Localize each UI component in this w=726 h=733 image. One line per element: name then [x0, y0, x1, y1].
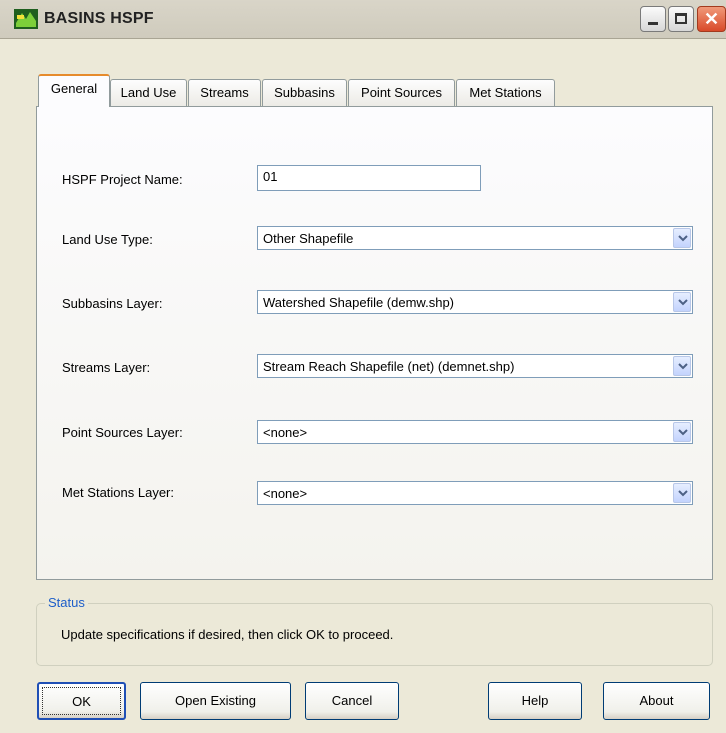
- point-sources-layer-label: Point Sources Layer:: [62, 425, 183, 440]
- chevron-down-icon: [678, 299, 688, 306]
- land-use-type-value: Other Shapefile: [263, 231, 354, 246]
- maximize-button[interactable]: [668, 6, 694, 32]
- chevron-down-icon: [678, 235, 688, 242]
- project-name-input[interactable]: 01: [257, 165, 481, 191]
- point-sources-layer-value: <none>: [263, 425, 308, 440]
- window-title: BASINS HSPF: [44, 10, 154, 27]
- help-button[interactable]: Help: [488, 682, 582, 720]
- streams-layer-label: Streams Layer:: [62, 360, 151, 375]
- about-button[interactable]: About: [603, 682, 710, 720]
- minimize-button[interactable]: [640, 6, 666, 32]
- tab-subbasins[interactable]: Subbasins: [262, 79, 347, 106]
- land-use-type-label: Land Use Type:: [62, 232, 153, 247]
- dropdown-button[interactable]: [673, 422, 691, 442]
- status-message: Update specifications if desired, then c…: [61, 627, 394, 642]
- point-sources-layer-select[interactable]: <none>: [257, 420, 693, 444]
- met-stations-layer-label: Met Stations Layer:: [62, 485, 174, 500]
- tab-met-stations[interactable]: Met Stations: [456, 79, 555, 106]
- land-use-type-select[interactable]: Other Shapefile: [257, 226, 693, 250]
- focus-rect: [42, 687, 121, 715]
- dropdown-button[interactable]: [673, 356, 691, 376]
- met-stations-layer-value: <none>: [263, 486, 308, 501]
- dropdown-button[interactable]: [673, 228, 691, 248]
- dropdown-button[interactable]: [673, 292, 691, 312]
- maximize-icon: [675, 13, 687, 24]
- general-tab-panel: HSPF Project Name: 01 Land Use Type: Oth…: [36, 106, 713, 580]
- project-name-label: HSPF Project Name:: [62, 172, 183, 187]
- status-group-title: Status: [45, 595, 88, 610]
- dropdown-button[interactable]: [673, 483, 691, 503]
- streams-layer-select[interactable]: Stream Reach Shapefile (net) (demnet.shp…: [257, 354, 693, 378]
- tab-land-use[interactable]: Land Use: [110, 79, 187, 106]
- streams-layer-value: Stream Reach Shapefile (net) (demnet.shp…: [263, 359, 515, 374]
- met-stations-layer-select[interactable]: <none>: [257, 481, 693, 505]
- ok-button[interactable]: OK: [37, 682, 126, 720]
- title-bar[interactable]: BASINS HSPF ✕: [0, 0, 726, 39]
- minimize-icon: [648, 22, 658, 25]
- close-button[interactable]: ✕: [697, 6, 726, 32]
- subbasins-layer-label: Subbasins Layer:: [62, 296, 163, 311]
- cancel-button[interactable]: Cancel: [305, 682, 399, 720]
- chevron-down-icon: [678, 429, 688, 436]
- basins-app-icon: [14, 9, 38, 29]
- open-existing-button[interactable]: Open Existing: [140, 682, 291, 720]
- tab-general[interactable]: General: [38, 74, 110, 107]
- subbasins-layer-select[interactable]: Watershed Shapefile (demw.shp): [257, 290, 693, 314]
- close-icon: ✕: [704, 9, 720, 29]
- tab-streams[interactable]: Streams: [188, 79, 261, 106]
- chevron-down-icon: [678, 490, 688, 497]
- subbasins-layer-value: Watershed Shapefile (demw.shp): [263, 295, 455, 310]
- chevron-down-icon: [678, 363, 688, 370]
- tab-point-sources[interactable]: Point Sources: [348, 79, 455, 106]
